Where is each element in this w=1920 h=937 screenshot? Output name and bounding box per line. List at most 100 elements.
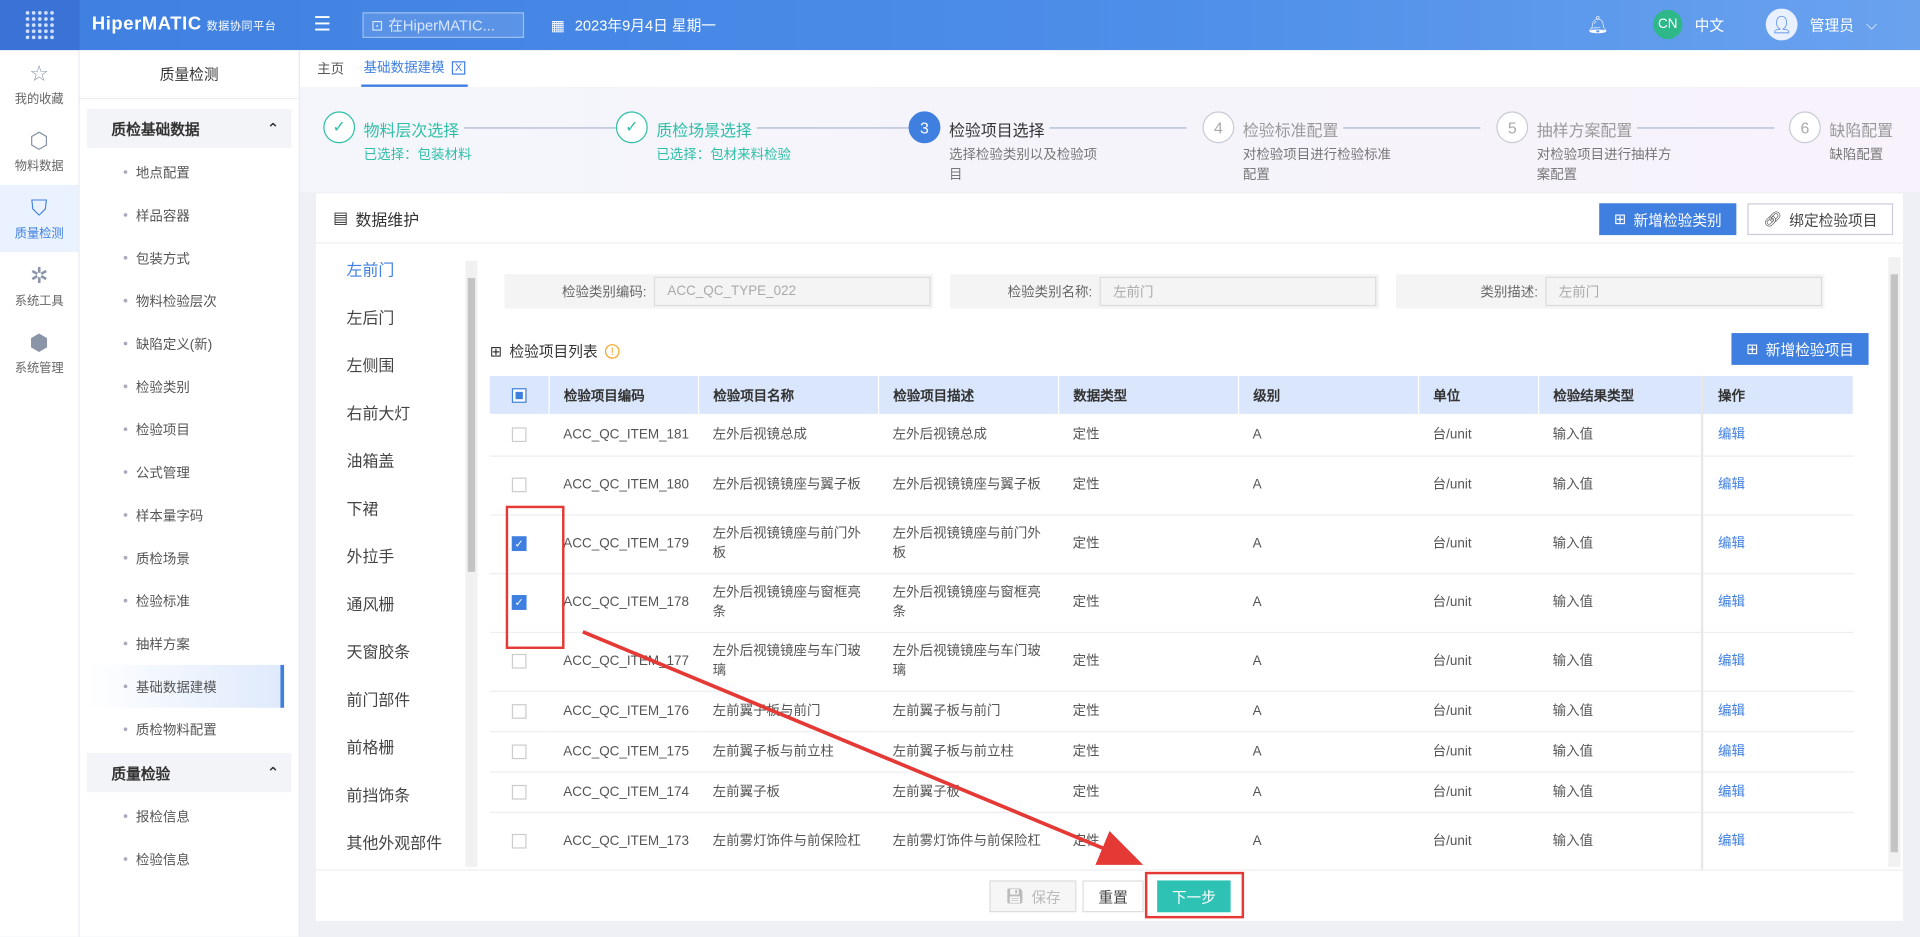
sidebar-item[interactable]: 公式管理 (80, 451, 299, 494)
sidebar-item[interactable]: 样本量字码 (80, 493, 299, 536)
row-checkbox[interactable] (511, 653, 527, 669)
module-favorites[interactable]: ☆ 我的收藏 (0, 50, 78, 117)
table-row[interactable]: ACC_QC_ITEM_175 左前翼子板与前立柱 左前翼子板与前立柱 定性 A 台/un… (489, 731, 1854, 773)
row-checkbox[interactable] (511, 427, 527, 442)
row-checkbox[interactable] (511, 703, 527, 719)
cell-code: ACC_QC_ITEM_173 (548, 811, 698, 872)
category-item[interactable]: 左侧围 (316, 340, 480, 388)
user-menu[interactable]: 👤︎ 管理员 ⌵ (1765, 8, 1877, 41)
category-item[interactable]: 右前大灯 (316, 388, 480, 436)
column-header[interactable]: 检验项目编码 (548, 375, 699, 414)
table-row[interactable]: ✓ ACC_QC_ITEM_179 左外后视镜镜座与前门外板 左外后视镜镜座与前门外板… (489, 514, 1854, 574)
sidebar-item[interactable]: 检验类别 (80, 365, 299, 408)
edit-link[interactable]: 编辑 (1718, 536, 1745, 551)
category-item[interactable]: 外拉手 (316, 531, 480, 579)
module-material-data[interactable]: ⬡ 物料数据 (0, 118, 78, 185)
row-checkbox[interactable] (511, 833, 527, 849)
category-item[interactable]: 左前门 (316, 245, 480, 293)
sidebar-item[interactable]: 包装方式 (80, 236, 299, 279)
app-launcher-button[interactable] (0, 0, 80, 51)
close-icon[interactable]: X (451, 60, 466, 75)
bell-icon[interactable]: 🔔︎ (1587, 15, 1609, 36)
table-row[interactable]: ACC_QC_ITEM_176 左前翼子板与前门 左前翼子板与前门 定性 A 台/unit… (489, 690, 1854, 732)
sidebar-item[interactable]: 报检信息 (80, 795, 299, 838)
category-item[interactable]: 油箱盖 (316, 436, 480, 484)
category-name-input[interactable]: 左前门 (1099, 276, 1377, 307)
sidebar-item[interactable]: 缺陷定义(新) (80, 322, 299, 365)
category-scrollbar[interactable] (465, 260, 478, 867)
edit-link[interactable]: 编辑 (1718, 834, 1745, 849)
table-row[interactable]: ACC_QC_ITEM_174 左前翼子板 左前翼子板 定性 A 台/unit 输入值 编辑 (489, 771, 1854, 813)
cell-desc: 左前雾灯饰件与前保险杠 (877, 811, 1058, 872)
menu-toggle-icon[interactable]: ☰ (313, 12, 331, 36)
check-icon: ✓ (323, 111, 356, 144)
bind-item-button[interactable]: 🔗︎ 绑定检验项目 (1747, 203, 1894, 236)
category-item[interactable]: 前挡饰条 (316, 770, 480, 818)
tab-basic-data-modeling[interactable]: 基础数据建模 X (361, 50, 468, 87)
category-item[interactable]: 天窗胶条 (316, 627, 480, 675)
select-all-checkbox[interactable] (511, 387, 527, 403)
sidebar-group-basic-data[interactable]: 质检基础数据 ⌃ (86, 108, 292, 149)
sidebar-item[interactable]: 质检物料配置 (80, 708, 299, 751)
table-row[interactable]: ACC_QC_ITEM_173 左前雾灯饰件与前保险杠 左前雾灯饰件与前保险杠 定性 A… (489, 811, 1854, 872)
cell-op: 编辑 (1700, 690, 1854, 732)
module-system-management[interactable]: ⬢ 系统管理 (0, 320, 78, 387)
cell-level: A (1237, 413, 1418, 457)
sidebar-item[interactable]: 检验信息 (80, 838, 299, 881)
edit-link[interactable]: 编辑 (1718, 427, 1745, 442)
sidebar-item[interactable]: 地点配置 (80, 151, 299, 194)
edit-link[interactable]: 编辑 (1718, 595, 1745, 610)
table-row[interactable]: ACC_QC_ITEM_180 左外后视镜镜座与翼子板 左外后视镜镜座与翼子板 定性 A… (489, 455, 1854, 515)
add-icon: ⊞ (1613, 210, 1627, 228)
save-button[interactable]: 💾︎ 保存 (989, 880, 1077, 913)
search-input[interactable]: ⊡ 在HiperMATIC... (362, 12, 525, 38)
table-row[interactable]: ACC_QC_ITEM_177 左外后视镜镜座与车门玻璃 左外后视镜镜座与车门玻璃定… (489, 631, 1854, 692)
info-icon[interactable]: ! (604, 343, 620, 359)
edit-link[interactable]: 编辑 (1718, 478, 1745, 493)
tab-home[interactable]: 主页 (317, 50, 344, 87)
sidebar-item[interactable]: 质检场景 (80, 536, 299, 579)
category-code-input[interactable]: ACC_QC_TYPE_022 (653, 276, 931, 307)
add-item-button[interactable]: ⊞ 新增检验项目 (1731, 333, 1869, 365)
edit-link[interactable]: 编辑 (1718, 744, 1745, 759)
edit-link[interactable]: 编辑 (1718, 784, 1745, 799)
sidebar-item[interactable]: 检验项目 (80, 408, 299, 451)
scrollbar-thumb[interactable] (1890, 274, 1898, 853)
module-system-tools[interactable]: ✲ 系统工具 (0, 252, 78, 319)
sidebar-item[interactable]: 抽样方案 (80, 622, 299, 665)
table-row[interactable]: ✓ ACC_QC_ITEM_178 左外后视镜镜座与窗框亮条 左外后视镜镜座与窗框亮条… (489, 573, 1854, 633)
sidebar-item[interactable]: 检验标准 (80, 579, 299, 622)
sidebar-item-label: 样品容器 (135, 208, 190, 224)
category-item[interactable]: 前门部件 (316, 675, 480, 723)
category-desc-input[interactable]: 左前门 (1545, 276, 1823, 307)
category-item[interactable]: 前格栅 (316, 722, 480, 770)
category-item[interactable]: 左后门 (316, 293, 480, 341)
column-header[interactable]: 检验项目名称 (697, 375, 879, 414)
category-desc-field: 类别描述: 左前门 (1395, 274, 1825, 309)
table-row[interactable]: ACC_QC_ITEM_181 左外后视镜总成 左外后视镜总成 定性 A 台/unit 输入… (489, 413, 1854, 457)
sidebar-item[interactable]: 样品容器 (80, 193, 299, 236)
scrollbar-thumb[interactable] (467, 277, 476, 572)
column-header[interactable]: 检验项目描述 (877, 375, 1059, 414)
module-label: 系统工具 (14, 294, 64, 308)
column-header[interactable]: 检验结果类型 (1537, 375, 1703, 414)
category-item[interactable]: 下裙 (316, 484, 480, 532)
column-header[interactable]: 数据类型 (1057, 375, 1239, 414)
reset-button[interactable]: 重置 (1082, 880, 1144, 913)
language-switcher[interactable]: CN 中文 (1653, 9, 1724, 40)
edit-link[interactable]: 编辑 (1718, 654, 1745, 669)
row-checkbox[interactable] (511, 784, 527, 800)
module-quality-inspection[interactable]: ⛉ 质量检测 (0, 184, 79, 253)
sidebar-group-inspection[interactable]: 质量检验 ⌃ (86, 753, 292, 793)
column-header[interactable]: 级别 (1237, 375, 1419, 414)
row-checkbox[interactable] (511, 477, 527, 493)
add-category-button[interactable]: ⊞ 新增检验类别 (1599, 203, 1737, 236)
column-header[interactable]: 单位 (1417, 375, 1539, 414)
sidebar-item[interactable]: 基础数据建模 (86, 664, 285, 708)
table-scrollbar[interactable] (1888, 257, 1901, 867)
row-checkbox[interactable] (511, 743, 527, 759)
sidebar-item[interactable]: 物料检验层次 (80, 279, 299, 322)
category-item[interactable]: 通风栅 (316, 579, 480, 627)
category-item[interactable]: 其他外观部件 (316, 818, 480, 866)
edit-link[interactable]: 编辑 (1718, 703, 1745, 718)
